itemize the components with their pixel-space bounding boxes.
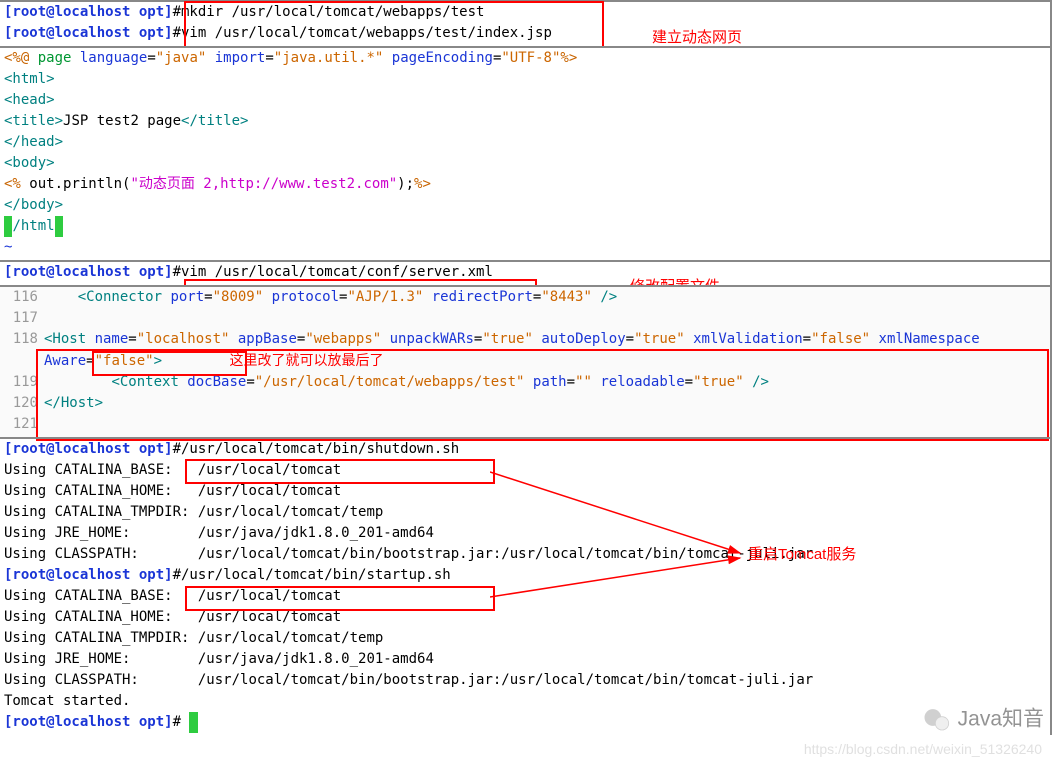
term-line-2: [root@localhost opt]#vim /usr/local/tomc… xyxy=(4,23,1048,44)
cmd-vim-server: #vim /usr/local/tomcat/conf/server.xml xyxy=(173,264,493,280)
srv-line-117: 117 xyxy=(4,308,1048,329)
env1-ct: Using CATALINA_TMPDIR: /usr/local/tomcat… xyxy=(4,502,1048,523)
env2-jh: Using JRE_HOME: /usr/java/jdk1.8.0_201-a… xyxy=(4,649,1048,670)
env2-ch: Using CATALINA_HOME: /usr/local/tomcat xyxy=(4,607,1048,628)
env1-cb: Using CATALINA_BASE: /usr/local/tomcat xyxy=(4,460,1048,481)
env1-jh: Using JRE_HOME: /usr/java/jdk1.8.0_201-a… xyxy=(4,523,1048,544)
jsp-line-6: <body> xyxy=(4,153,1048,174)
jsp-line-3: <head> xyxy=(4,90,1048,111)
jsp-line-5: </head> xyxy=(4,132,1048,153)
env1-ch: Using CATALINA_HOME: /usr/local/tomcat xyxy=(4,481,1048,502)
editor-pane-serverxml: 116 <Connector port="8009" protocol="AJP… xyxy=(0,285,1052,437)
annotation-restart: 重启Tomcat服务 xyxy=(748,544,856,565)
cmd-vim-jsp: #vim /usr/local/tomcat/webapps/test/inde… xyxy=(173,25,552,41)
jsp-line-7: <% out.println("动态页面 2,http://www.test2.… xyxy=(4,174,1048,195)
term-startup: [root@localhost opt]#/usr/local/tomcat/b… xyxy=(4,565,1048,586)
prompt: [root@localhost opt] xyxy=(4,441,173,457)
annotation-create-page: 建立动态网页 xyxy=(652,27,742,48)
prompt: [root@localhost opt] xyxy=(4,567,173,583)
cmd-shutdown: #/usr/local/tomcat/bin/shutdown.sh xyxy=(173,441,460,457)
srv-line-120: 120</Host> xyxy=(4,393,1048,414)
srv-line-116: 116 <Connector port="8009" protocol="AJP… xyxy=(4,287,1048,308)
prompt: [root@localhost opt] xyxy=(4,714,173,730)
jsp-line-8: </body> xyxy=(4,195,1048,216)
srv-line-118b: Aware="false"> 这里改了就可以放最后了 xyxy=(4,350,1048,372)
env1-cp: Using CLASSPATH: /usr/local/tomcat/bin/b… xyxy=(4,544,1048,565)
jsp-line-1: <%@ page language="java" import="java.ut… xyxy=(4,48,1048,69)
srv-line-118: 118<Host name="localhost" appBase="webap… xyxy=(4,329,1048,350)
prompt: [root@localhost opt] xyxy=(4,25,173,41)
cmd-startup: #/usr/local/tomcat/bin/startup.sh xyxy=(173,567,451,583)
tomcat-started: Tomcat started. xyxy=(4,691,1048,712)
watermark-brand: Java知音 xyxy=(922,705,1044,735)
terminal-pane-1: [root@localhost opt]#mkdir /usr/local/to… xyxy=(0,0,1052,46)
terminal-pane-2: [root@localhost opt]#vim /usr/local/tomc… xyxy=(0,260,1052,285)
prompt: [root@localhost opt] xyxy=(4,4,173,20)
env2-cb: Using CATALINA_BASE: /usr/local/tomcat xyxy=(4,586,1048,607)
env2-cp: Using CLASSPATH: /usr/local/tomcat/bin/b… xyxy=(4,670,1048,691)
jsp-line-4: <title>JSP test2 page</title> xyxy=(4,111,1048,132)
watermark-url: https://blog.csdn.net/weixin_51326240 xyxy=(804,739,1042,760)
srv-line-121: 121 xyxy=(4,414,1048,435)
env2-ct: Using CATALINA_TMPDIR: /usr/local/tomcat… xyxy=(4,628,1048,649)
jsp-tilde: ~ xyxy=(4,237,1048,258)
term-line-vim-server: [root@localhost opt]#vim /usr/local/tomc… xyxy=(4,262,1048,283)
prompt: [root@localhost opt] xyxy=(4,264,173,280)
terminal-pane-3: [root@localhost opt]#/usr/local/tomcat/b… xyxy=(0,437,1052,735)
annotation-inline-host: 这里改了就可以放最后了 xyxy=(229,352,383,368)
jsp-line-9: /html xyxy=(4,216,1048,237)
term-line-1: [root@localhost opt]#mkdir /usr/local/to… xyxy=(4,2,1048,23)
term-final-prompt: [root@localhost opt]# xyxy=(4,712,1048,733)
srv-line-119: 119 <Context docBase="/usr/local/tomcat/… xyxy=(4,372,1048,393)
cursor xyxy=(189,712,197,733)
jsp-line-2: <html> xyxy=(4,69,1048,90)
term-shutdown: [root@localhost opt]#/usr/local/tomcat/b… xyxy=(4,439,1048,460)
editor-pane-jsp: <%@ page language="java" import="java.ut… xyxy=(0,46,1052,260)
wechat-icon xyxy=(922,705,952,735)
cmd-mkdir: #mkdir /usr/local/tomcat/webapps/test xyxy=(173,4,485,20)
